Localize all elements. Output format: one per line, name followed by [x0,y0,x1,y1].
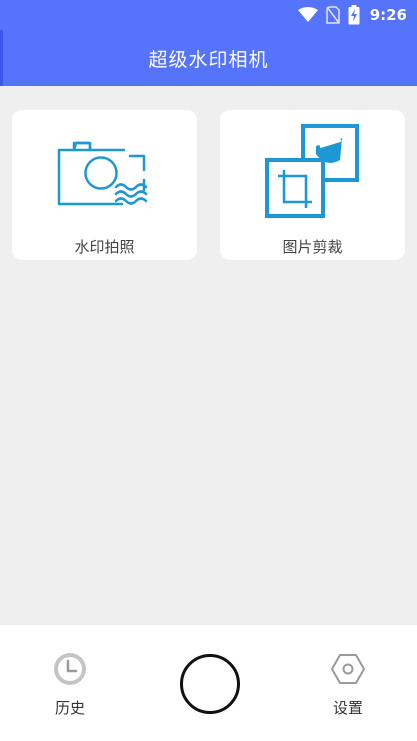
nav-settings-label: 设置 [332,699,363,717]
clock-icon [54,653,86,685]
watermark-photo-label: 水印拍照 [74,238,135,256]
status-time: 9:26 [369,6,407,24]
nav-history[interactable]: 历史 [30,651,110,718]
watermark-camera-icon [57,141,148,206]
status-bar: 9:26 [0,0,417,30]
app-bar: 超级水印相机 [0,30,417,86]
image-crop-icon [265,124,359,218]
hexagon-settings-icon [331,654,365,684]
watermark-photo-card[interactable]: 水印拍照 [12,110,197,260]
status-icons: 9:26 [297,5,407,25]
app-bar-edge [0,30,3,86]
shutter-button[interactable] [180,654,240,714]
image-crop-label: 图片剪裁 [282,238,343,256]
battery-charging-icon [348,5,360,25]
wifi-icon [297,7,318,22]
nav-settings[interactable]: 设置 [308,651,388,718]
image-crop-card[interactable]: 图片剪裁 [220,110,405,260]
no-sim-icon [325,6,340,24]
app-title: 超级水印相机 [148,48,269,71]
bottom-nav: 历史 设置 [0,625,417,741]
nav-history-label: 历史 [54,699,85,717]
